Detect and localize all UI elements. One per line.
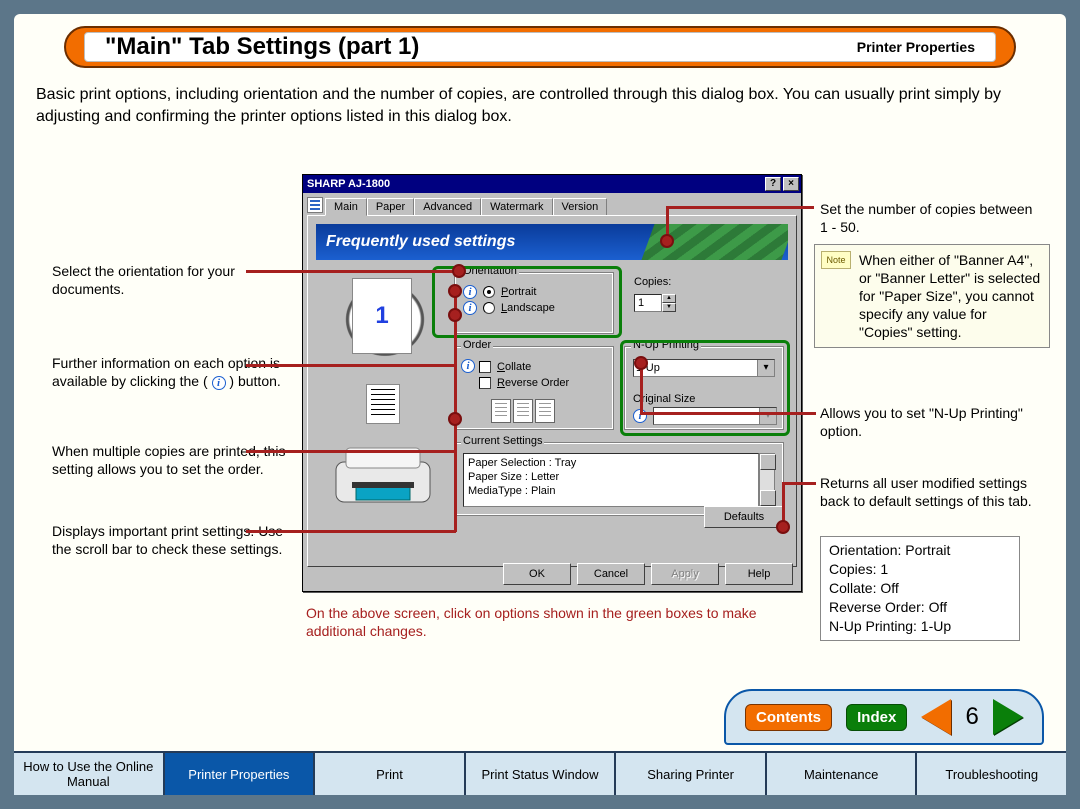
annotation-nup: Allows you to set "N-Up Printing" option…: [820, 404, 1040, 440]
contents-button[interactable]: Contents: [745, 704, 832, 731]
note-box: Note When either of "Banner A4", or "Ban…: [814, 244, 1050, 348]
copies-spinner[interactable]: 1 ▲▼: [634, 294, 676, 312]
orientation-portrait-radio[interactable]: i Portrait: [463, 285, 605, 299]
copies-label: Copies:: [634, 276, 671, 288]
info-icon: i: [212, 376, 226, 390]
orientation-landscape-radio[interactable]: i Landscape: [463, 301, 605, 315]
printer-illustration: [328, 442, 438, 516]
printer-icon: [307, 197, 323, 213]
annotation-copies: Set the number of copies between 1 - 50.: [820, 200, 1040, 236]
footer-item-print-status[interactable]: Print Status Window: [466, 753, 617, 795]
collate-preview-icon: [491, 399, 511, 423]
ok-button[interactable]: OK: [503, 563, 571, 585]
info-icon[interactable]: i: [463, 285, 477, 299]
apply-button[interactable]: Apply: [651, 563, 719, 585]
tab-main[interactable]: Main: [325, 198, 367, 216]
pager: Contents Index 6: [724, 689, 1044, 745]
dialog-title: SHARP AJ-1800: [307, 178, 390, 190]
nup-dropdown[interactable]: 1-Up: [633, 359, 775, 377]
footer-item-manual[interactable]: How to Use the Online Manual: [14, 753, 165, 795]
annotation-info-button: Further information on each option is av…: [52, 354, 282, 390]
defaults-list: Orientation: Portrait Copies: 1 Collate:…: [820, 536, 1020, 641]
help-icon[interactable]: ?: [765, 177, 781, 191]
footer-nav: How to Use the Online Manual Printer Pro…: [14, 751, 1066, 795]
annotation-order: When multiple copies are printed, this s…: [52, 442, 292, 478]
order-legend: Order: [461, 339, 493, 351]
tab-watermark[interactable]: Watermark: [481, 198, 552, 216]
nup-legend: N-Up Printing: [631, 339, 701, 351]
document-icon: [366, 384, 400, 424]
info-icon[interactable]: i: [463, 301, 477, 315]
tab-advanced[interactable]: Advanced: [414, 198, 481, 216]
page-preview: 1: [352, 278, 412, 354]
scrollbar[interactable]: [759, 453, 775, 507]
cancel-button[interactable]: Cancel: [577, 563, 645, 585]
footer-item-maintenance[interactable]: Maintenance: [767, 753, 918, 795]
annotation-current-settings: Displays important print settings. Use t…: [52, 522, 292, 558]
title-pill: "Main" Tab Settings (part 1) Printer Pro…: [64, 26, 1016, 68]
note-tag: Note: [821, 251, 851, 269]
footer-item-sharing[interactable]: Sharing Printer: [616, 753, 767, 795]
current-settings-legend: Current Settings: [461, 435, 544, 447]
annotation-orientation: Select the orientation for your document…: [52, 262, 282, 298]
page-number: 6: [965, 703, 978, 731]
defaults-button[interactable]: Defaults: [704, 506, 784, 528]
collate-checkbox[interactable]: Collate: [479, 361, 605, 373]
footer-item-printer-properties[interactable]: Printer Properties: [165, 753, 316, 795]
frequently-used-banner: Frequently used settings: [316, 224, 788, 260]
close-icon[interactable]: ×: [783, 177, 799, 191]
tab-paper[interactable]: Paper: [367, 198, 414, 216]
intro-text: Basic print options, including orientati…: [36, 84, 1044, 128]
footer-item-troubleshooting[interactable]: Troubleshooting: [917, 753, 1066, 795]
current-settings-list: Paper Selection : Tray Paper Size : Lett…: [463, 453, 759, 507]
footer-item-print[interactable]: Print: [315, 753, 466, 795]
index-button[interactable]: Index: [846, 704, 907, 731]
help-button[interactable]: Help: [725, 563, 793, 585]
next-page-icon[interactable]: [993, 699, 1023, 735]
tab-version[interactable]: Version: [553, 198, 608, 216]
prev-page-icon[interactable]: [921, 699, 951, 735]
page-subtitle: Printer Properties: [857, 39, 975, 55]
original-size-dropdown[interactable]: [653, 407, 777, 425]
collate-preview-icon: [535, 399, 555, 423]
orientation-legend: Orientation: [461, 265, 519, 277]
info-icon[interactable]: i: [461, 359, 475, 373]
annotation-defaults: Returns all user modified settings back …: [820, 474, 1040, 510]
page-title: "Main" Tab Settings (part 1): [105, 33, 419, 61]
red-instruction: On the above screen, click on options sh…: [306, 604, 796, 640]
reverse-order-checkbox[interactable]: Reverse Order: [479, 377, 605, 389]
collate-preview-icon: [513, 399, 533, 423]
